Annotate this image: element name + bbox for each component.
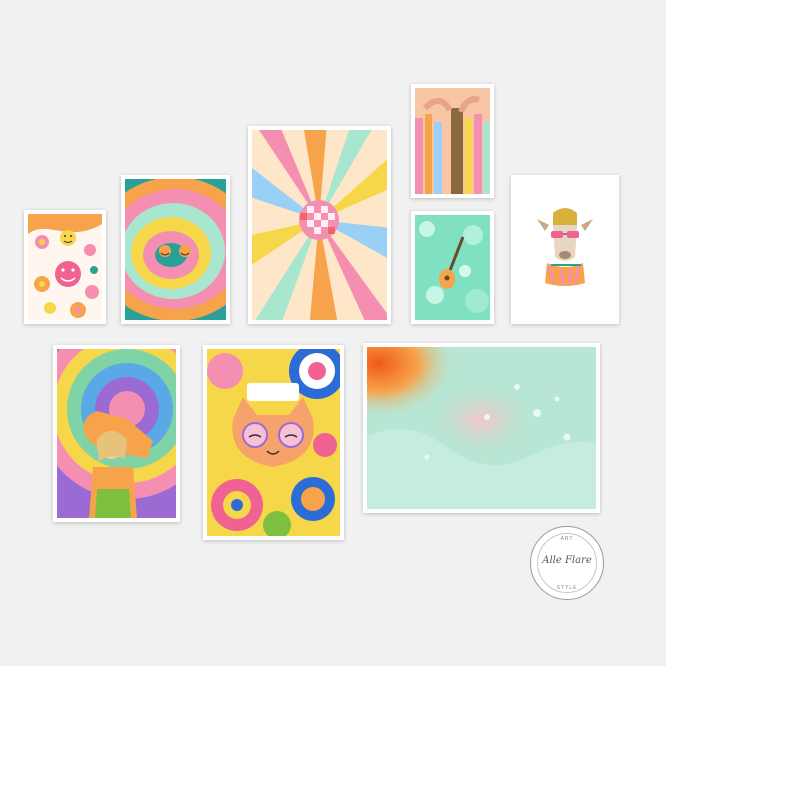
print-love-cat-flowers	[203, 345, 344, 540]
print-ribbon-hands	[411, 84, 494, 198]
print-tie-dye-portrait	[53, 345, 180, 522]
llama-icon	[515, 179, 615, 320]
swirl-icon	[125, 179, 226, 320]
print-guitar-bubbles	[411, 211, 494, 324]
cat-icon	[207, 349, 340, 536]
stamp-bottom-text: STYLE	[556, 585, 578, 591]
stamp-script-text: Alle Flare	[542, 555, 592, 566]
guitar-icon	[415, 215, 490, 320]
print-abstract-fluid	[363, 343, 600, 513]
stamp-top-text: ART	[560, 536, 574, 542]
print-swirl-smileys	[121, 175, 230, 324]
smiley-flower-icon	[28, 214, 102, 320]
person-icon	[57, 349, 176, 518]
hands-icon	[415, 88, 490, 194]
print-disco-ball-rays	[248, 126, 391, 324]
brand-stamp: ART Alle Flare STYLE	[530, 526, 604, 600]
print-llama-portrait	[511, 175, 619, 324]
abstract-icon	[367, 347, 596, 509]
disco-ball-icon	[252, 130, 387, 320]
print-smiley-flowers	[24, 210, 106, 324]
